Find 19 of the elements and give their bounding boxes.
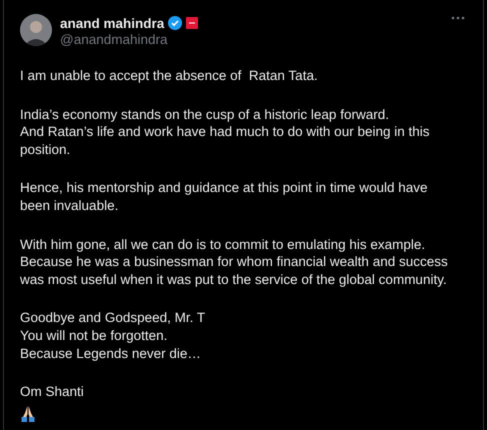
tweet-text-line: With him gone, all we can do is to commit to emulating his example. (20, 236, 426, 254)
tweet-text-line: I am unable to accept the absence of Ratan Tata. (20, 67, 318, 85)
more-icon[interactable] (451, 16, 465, 20)
praying-hands-icon (20, 404, 36, 422)
tweet-text-line: You will not be forgotten. (20, 326, 168, 345)
tweet-text-line: Om Shanti (20, 383, 84, 401)
tweet-text-line: Because he was a businessman for whom financial wealth and success (20, 253, 448, 271)
tweet-text-line: Hence, his mentorship and guidance at this point in time would have (20, 179, 428, 197)
tweet-text-line: Goodbye and Godspeed, Mr. T (20, 309, 206, 327)
tweet-text-line: was most useful when it was put to the service of the global community. (20, 270, 447, 288)
author-name[interactable]: anand mahindra (60, 16, 164, 30)
tweet-text-line: Because Legends never die… (20, 344, 201, 362)
author-handle[interactable]: @anandmahindra (60, 32, 443, 47)
tweet-text-line: And Ratan’s life and work have had much to do with our being in this (20, 123, 430, 141)
tweet-text-line: been invaluable. (20, 196, 118, 215)
avatar[interactable] (20, 14, 52, 46)
tweet-text-line: position. (20, 140, 70, 158)
affiliate-badge-icon (186, 17, 198, 29)
tweet-text-line: India’s economy stands on the cusp of a historic leap forward. (20, 106, 389, 124)
